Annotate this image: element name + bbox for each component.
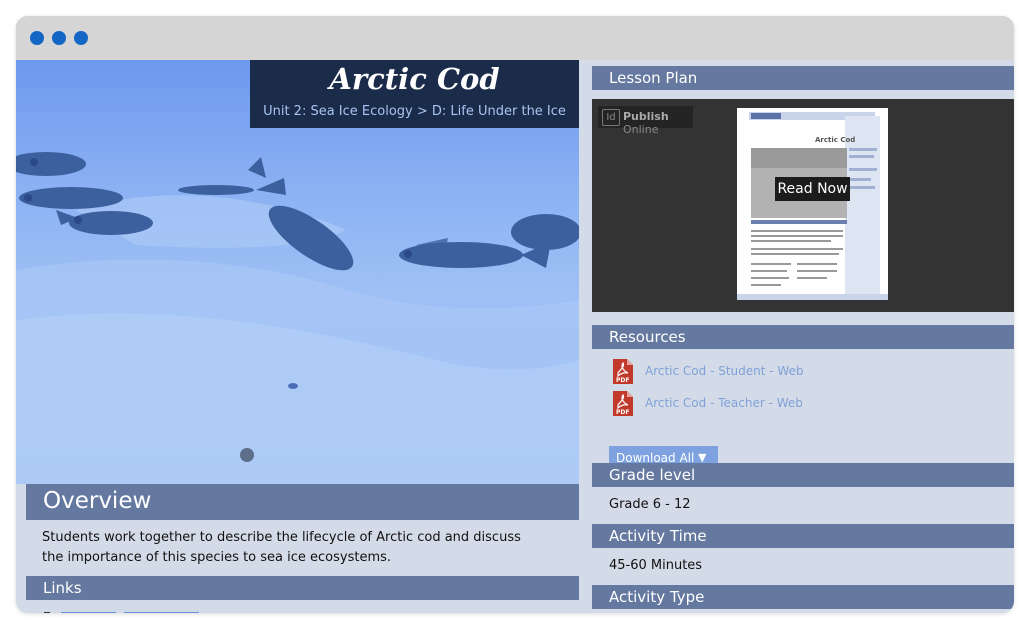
resource-label[interactable]: Arctic Cod - Student - Web <box>645 364 804 378</box>
resource-link-teacher[interactable]: PDF Arctic Cod - Teacher - Web <box>612 390 812 416</box>
activity-time-value: 45-60 Minutes <box>609 558 703 573</box>
link-partial-glyphs <box>44 612 199 613</box>
lesson-plan-heading: Lesson Plan <box>609 69 698 87</box>
thumbnail-title: Arctic Cod <box>815 136 855 144</box>
overview-text: Students work together to describe the l… <box>42 530 521 565</box>
links-heading: Links <box>43 579 82 597</box>
activity-type-header: Activity Type <box>592 585 1014 609</box>
slider-indicator-dot[interactable] <box>240 448 254 462</box>
publish-suffix: Online <box>623 123 659 136</box>
pdf-icon: PDF <box>613 391 633 416</box>
thumbnail-page-graphic: Arctic Cod <box>737 108 888 300</box>
hero-image: Arctic Cod Unit 2: Sea Ice Ecology > D: … <box>16 60 579 484</box>
page-title: Arctic Cod <box>329 62 500 96</box>
publish-brand: Publish <box>623 110 669 123</box>
overview-header: Overview <box>26 484 579 520</box>
window-close-button[interactable] <box>30 31 44 45</box>
activity-time-heading: Activity Time <box>609 527 707 545</box>
svg-text:PDF: PDF <box>616 409 629 416</box>
link-item-partial[interactable] <box>44 607 244 613</box>
resource-label[interactable]: Arctic Cod - Teacher - Web <box>645 396 803 410</box>
activity-time-header: Activity Time <box>592 524 1014 548</box>
grade-level-value: Grade 6 - 12 <box>609 497 691 512</box>
lesson-plan-thumbnail[interactable]: Arctic Cod <box>737 108 888 300</box>
indesign-icon: Id <box>602 109 620 126</box>
read-now-button[interactable]: Read Now <box>775 177 850 201</box>
overview-heading: Overview <box>43 488 152 514</box>
resources-header: Resources <box>592 325 1014 349</box>
pdf-icon: PDF <box>613 359 633 384</box>
resources-heading: Resources <box>609 328 686 346</box>
window-titlebar <box>16 16 1014 60</box>
publish-online-badge: Id Publish Online <box>598 106 693 136</box>
window-maximize-button[interactable] <box>74 31 88 45</box>
title-box: Arctic Cod Unit 2: Sea Ice Ecology > D: … <box>250 60 579 128</box>
lesson-plan-header: Lesson Plan <box>592 66 1014 90</box>
lesson-plan-viewer[interactable]: Id Publish Online Arctic Cod Read Now <box>592 99 1014 312</box>
resource-link-student[interactable]: PDF Arctic Cod - Student - Web <box>612 358 812 384</box>
window-minimize-button[interactable] <box>52 31 66 45</box>
links-header: Links <box>26 576 579 600</box>
grade-level-heading: Grade level <box>609 466 696 484</box>
browser-window: Arctic Cod Unit 2: Sea Ice Ecology > D: … <box>16 16 1014 613</box>
activity-type-heading: Activity Type <box>609 588 705 606</box>
grade-level-header: Grade level <box>592 463 1014 487</box>
svg-text:PDF: PDF <box>616 377 629 384</box>
page-content: Arctic Cod Unit 2: Sea Ice Ecology > D: … <box>16 60 1014 613</box>
breadcrumb[interactable]: Unit 2: Sea Ice Ecology > D: Life Under … <box>250 104 579 119</box>
